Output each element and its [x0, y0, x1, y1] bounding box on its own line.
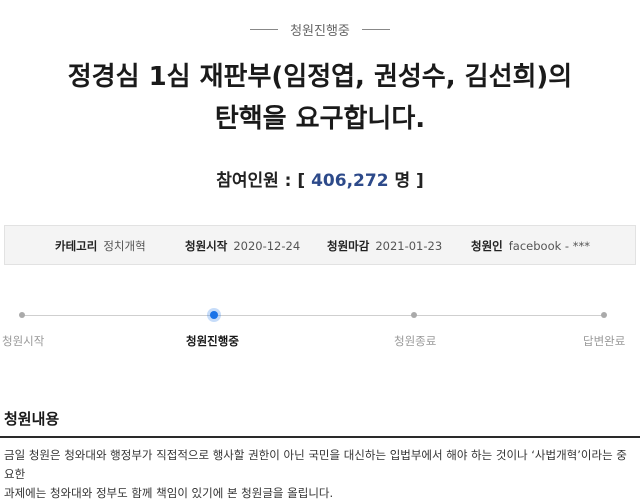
- content-divider: [0, 436, 640, 438]
- content-line1: 금일 청원은 청와대와 행정부가 직접적으로 행사할 권한이 아닌 국민을 대신…: [4, 448, 627, 481]
- participant-count-label: 참여인원 : [: [216, 171, 306, 191]
- info-start-value: 2020-12-24: [233, 239, 301, 253]
- info-start-label: 청원시작: [185, 239, 228, 253]
- step-label-closed: 청원종료: [394, 334, 437, 348]
- petition-title: 정경심 1심 재판부(임정엽, 권성수, 김선희)의 탄핵을 요구합니다.: [20, 56, 620, 140]
- info-category-label: 카테고리: [55, 239, 98, 253]
- step-label-active: 청원진행중: [186, 334, 239, 348]
- info-category: 카테고리 정치개혁: [55, 238, 146, 254]
- step-label-start: 청원시작: [2, 334, 45, 348]
- status-label: 청원진행중: [290, 23, 350, 39]
- petition-info-box: 카테고리 정치개혁 청원시작 2020-12-24 청원마감 2021-01-23 청…: [4, 225, 636, 265]
- petition-status: 청원진행중: [0, 19, 640, 39]
- info-category-value: 정치개혁: [103, 239, 146, 253]
- content-heading: 청원내용: [4, 410, 60, 428]
- step-label-answered: 답변완료: [583, 334, 626, 348]
- participant-count: 참여인원 : [ 406,272 명 ]: [0, 166, 640, 191]
- info-end: 청원마감 2021-01-23: [327, 238, 442, 254]
- info-author-label: 청원인: [471, 239, 503, 253]
- status-right-dash: [361, 28, 390, 30]
- info-author-value: facebook - ***: [508, 239, 590, 253]
- participant-count-value: 406,272: [311, 171, 389, 191]
- info-start: 청원시작 2020-12-24: [185, 238, 300, 254]
- progress-track: [21, 315, 605, 316]
- info-author: 청원인 facebook - ***: [471, 238, 590, 254]
- petition-title-line2: 탄핵을 요구합니다.: [214, 104, 426, 134]
- participant-count-unit: 명 ]: [394, 171, 424, 191]
- content-body: 금일 청원은 청와대와 행정부가 직접적으로 행사할 권한이 아닌 국민을 대신…: [4, 446, 636, 503]
- progress-dot-start: [19, 312, 25, 318]
- progress-dot-answered: [601, 312, 607, 318]
- progress-dot-closed: [411, 312, 417, 318]
- info-end-value: 2021-01-23: [375, 239, 443, 253]
- info-end-label: 청원마감: [327, 239, 370, 253]
- progress-dot-active: [210, 311, 218, 319]
- content-line2: 과제에는 청와대와 정부도 함께 책임이 있기에 본 청원글을 올립니다.: [4, 486, 334, 500]
- petition-title-line1: 정경심 1심 재판부(임정엽, 권성수, 김선희)의: [67, 62, 573, 92]
- status-left-dash: [250, 28, 279, 30]
